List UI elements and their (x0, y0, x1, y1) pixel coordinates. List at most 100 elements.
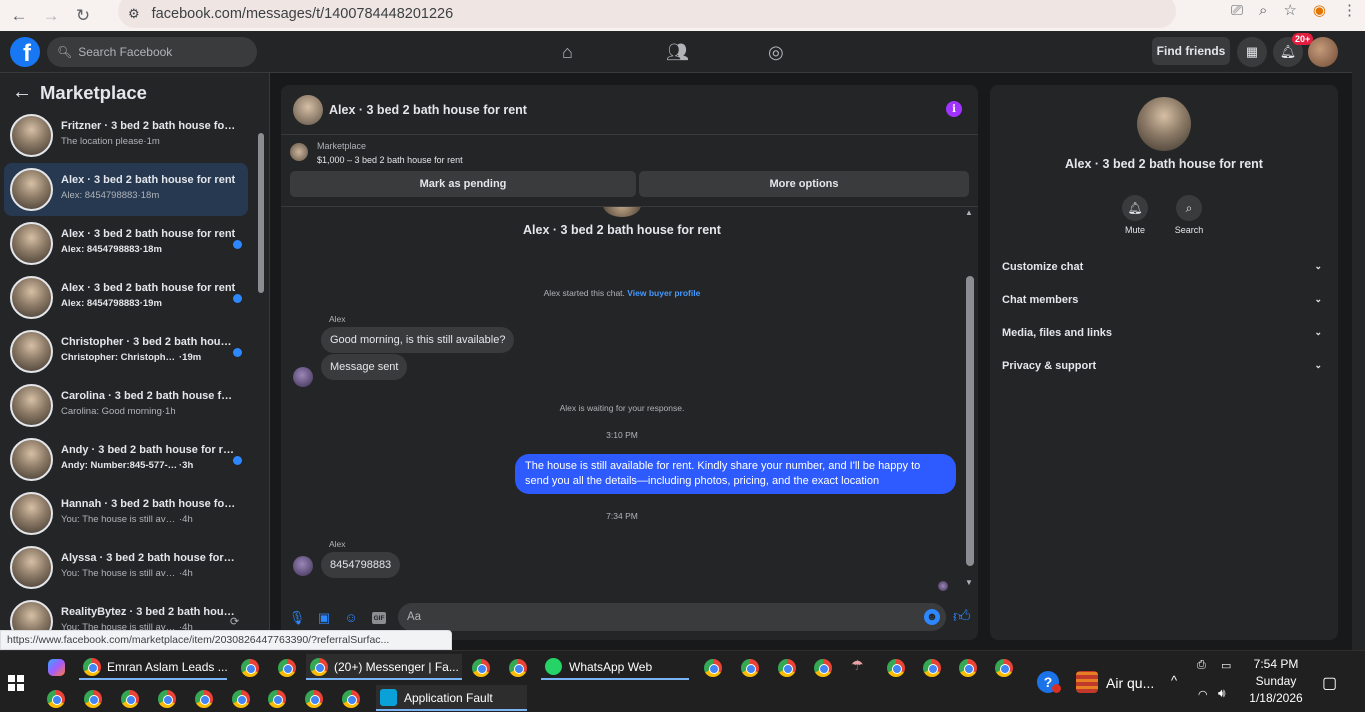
site-info-icon[interactable]: ⚙ (128, 6, 140, 22)
sidebar-scroll-thumb[interactable] (258, 133, 264, 293)
system-clock[interactable]: 7:54 PM Sunday 1/18/2026 (1240, 656, 1312, 707)
chrome-pinned-icon[interactable] (195, 690, 213, 708)
chat-avatar[interactable] (293, 95, 323, 125)
listing-thumbnail[interactable] (290, 143, 308, 161)
photo-icon[interactable]: ▣ (317, 610, 331, 625)
info-avatar[interactable] (1137, 97, 1191, 151)
thread-scrollbar[interactable]: ▲ ▼ (964, 206, 976, 590)
privacy-support-row[interactable]: Privacy & support ⌄ (1002, 360, 1326, 372)
mute-bell-icon[interactable]: 🔔︎ (1122, 195, 1148, 221)
conversation-item[interactable]: Alyssa · 3 bed 2 bath house for rent You:… (4, 541, 248, 594)
view-buyer-profile-link[interactable]: View buyer profile (627, 288, 700, 298)
emoji-icon[interactable]: ☻ (924, 609, 940, 625)
weather-text[interactable]: Air qu... (1106, 675, 1154, 691)
search-label[interactable]: Search (1159, 225, 1219, 235)
conversation-item[interactable]: Christopher · 3 bed 2 bath house for ren… (4, 325, 248, 378)
chrome-pinned-icon[interactable] (472, 659, 490, 677)
weather-icon[interactable] (1076, 671, 1098, 693)
address-bar[interactable]: ⚙ facebook.com/messages/t/14007844482012… (118, 0, 1176, 28)
chrome-pinned-icon[interactable] (509, 659, 527, 677)
sender-avatar[interactable] (293, 556, 313, 576)
chrome-pinned-icon[interactable] (268, 690, 286, 708)
conversation-item[interactable]: Hannah · 3 bed 2 bath house for rent You:… (4, 487, 248, 540)
home-icon[interactable]: ⌂ (562, 42, 573, 63)
info-icon[interactable]: i (946, 101, 962, 117)
listing-price-title[interactable]: $1,000 – 3 bed 2 bath house for rent (317, 155, 463, 165)
scroll-down-arrow-icon[interactable]: ▼ (965, 578, 973, 587)
microphone-icon[interactable]: 🎙︎ (289, 610, 306, 625)
taskbar-application-fault[interactable]: Application Fault (376, 685, 527, 711)
taskbar-whatsapp-window[interactable]: WhatsApp Web (541, 654, 689, 680)
chat-members-row[interactable]: Chat members ⌄ (1002, 294, 1326, 306)
sender-avatar[interactable] (293, 367, 313, 387)
chrome-pinned-icon[interactable] (704, 659, 722, 677)
show-hidden-icons-chevron[interactable]: ^ (1171, 673, 1177, 688)
more-options-button[interactable]: More options (639, 171, 969, 197)
phone-link-icon[interactable]: ⎙ (1197, 659, 1206, 672)
chrome-pinned-icon[interactable] (778, 659, 796, 677)
chrome-pinned-icon[interactable] (232, 690, 250, 708)
search-input[interactable]: 🔍︎ Search Facebook (47, 37, 257, 67)
friends-icon[interactable]: 👥︎ (666, 42, 689, 63)
chrome-pinned-icon[interactable] (47, 690, 65, 708)
bookmark-star-icon[interactable]: ☆ (1283, 1, 1296, 19)
taskbar-messenger-window[interactable]: (20+) Messenger | Fa... (306, 654, 462, 680)
volume-icon[interactable]: 🔊︎ (1218, 686, 1226, 701)
gif-icon[interactable]: GIF (372, 612, 386, 624)
umbrella-app-icon[interactable]: ☂ (851, 657, 864, 674)
menu-grid-icon[interactable]: ▦ (1237, 37, 1267, 67)
wifi-icon[interactable]: ◠ (1198, 688, 1208, 701)
groups-icon[interactable]: ◎ (768, 42, 784, 63)
message-bubble-incoming[interactable]: Message sent (321, 354, 408, 380)
find-friends-button[interactable]: Find friends (1152, 37, 1230, 65)
reload-icon[interactable]: ↻ (70, 6, 96, 26)
chrome-pinned-icon[interactable] (84, 690, 102, 708)
chrome-pinned-icon[interactable] (995, 659, 1013, 677)
message-bubble-incoming[interactable]: Good morning, is this still available? (321, 327, 515, 353)
address-text[interactable]: facebook.com/messages/t/1400784448201226 (152, 6, 454, 22)
sticker-icon[interactable]: ☺ (344, 610, 358, 625)
forward-arrow-icon[interactable]: → (38, 6, 64, 26)
message-bubble-outgoing[interactable]: The house is still available for rent. K… (515, 454, 956, 494)
chrome-pinned-icon[interactable] (278, 659, 296, 677)
conversation-item[interactable]: Alex · 3 bed 2 bath house for rent Alex: … (4, 163, 248, 216)
chrome-pinned-icon[interactable] (923, 659, 941, 677)
chrome-pinned-icon[interactable] (342, 690, 360, 708)
conversation-item[interactable]: Carolina · 3 bed 2 bath house for rent Ca… (4, 379, 248, 432)
chrome-pinned-icon[interactable] (241, 659, 259, 677)
facebook-logo[interactable]: f (10, 37, 40, 67)
conversation-item[interactable]: Fritzner · 3 bed 2 bath house for rent Th… (4, 109, 248, 162)
notification-center-icon[interactable]: ▢ (1322, 673, 1337, 693)
chat-title[interactable]: Alex · 3 bed 2 bath house for rent (329, 103, 527, 117)
chrome-pinned-icon[interactable] (158, 690, 176, 708)
search-icon[interactable]: ⌕ (1176, 195, 1202, 221)
account-avatar[interactable] (1308, 37, 1338, 67)
chrome-pinned-icon[interactable] (741, 659, 759, 677)
battery-icon[interactable]: ▭ (1221, 659, 1231, 672)
conversation-item[interactable]: Alex · 3 bed 2 bath house for rent Alex: … (4, 271, 248, 324)
chrome-pinned-icon[interactable] (887, 659, 905, 677)
scroll-up-arrow-icon[interactable]: ▲ (965, 208, 973, 217)
back-arrow-icon[interactable]: ← (12, 81, 32, 104)
chrome-pinned-icon[interactable] (121, 690, 139, 708)
chrome-pinned-icon[interactable] (959, 659, 977, 677)
taskbar-chrome-window[interactable]: Emran Aslam Leads ... (79, 654, 228, 680)
media-files-links-row[interactable]: Media, files and links ⌄ (1002, 327, 1326, 339)
customize-chat-row[interactable]: Customize chat ⌄ (1002, 261, 1326, 273)
thumbs-up-icon[interactable]: 👍︎ (953, 606, 971, 627)
copilot-icon[interactable] (44, 654, 72, 680)
message-input[interactable]: Aa (398, 603, 946, 631)
thread-scroll-thumb[interactable] (966, 276, 974, 566)
profile-icon[interactable]: ◉ (1313, 1, 1326, 19)
conversation-item[interactable]: Alex · 3 bed 2 bath house for rent Alex: … (4, 217, 248, 270)
mute-label[interactable]: Mute (1105, 225, 1165, 235)
chrome-pinned-icon[interactable] (305, 690, 323, 708)
windows-start-icon[interactable] (8, 675, 24, 691)
message-bubble-incoming[interactable]: 8454798883 (321, 552, 401, 578)
back-arrow-icon[interactable]: ← (6, 6, 32, 26)
mark-as-pending-button[interactable]: Mark as pending (290, 171, 636, 197)
conversation-item[interactable]: Andy · 3 bed 2 bath house for rent Andy: … (4, 433, 248, 486)
chrome-pinned-icon[interactable] (814, 659, 832, 677)
browser-menu-icon[interactable]: ⋮ (1342, 1, 1357, 19)
sidebar-scrollbar[interactable] (256, 125, 266, 650)
